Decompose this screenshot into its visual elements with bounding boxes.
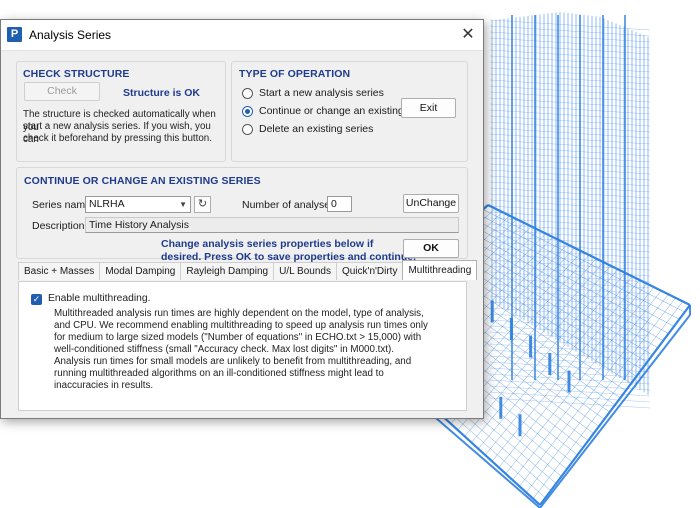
radio-start-new[interactable]: Start a new analysis series	[242, 87, 384, 99]
analysis-series-dialog: P Analysis Series ✕ CHECK STRUCTURE Chec…	[0, 19, 484, 419]
type-of-operation-heading: TYPE OF OPERATION	[239, 68, 351, 80]
tab-quick-n-dirty[interactable]: Quick'n'Dirty	[335, 262, 404, 280]
description-label: Description	[32, 220, 85, 232]
series-name-label: Series name	[32, 199, 91, 211]
title-bar: P Analysis Series ✕	[1, 20, 483, 51]
check-structure-heading: CHECK STRUCTURE	[23, 68, 130, 80]
series-name-value: NLRHA	[89, 198, 125, 210]
radio-delete-existing-label: Delete an existing series	[259, 123, 374, 135]
tab-multithreading[interactable]: Multithreading	[402, 260, 478, 280]
app-logo-icon: P	[7, 27, 22, 42]
enable-multithreading-label[interactable]: Enable multithreading.	[48, 293, 150, 305]
radio-continue-existing-icon[interactable]	[242, 105, 253, 117]
check-button[interactable]: Check	[24, 82, 100, 101]
multithreading-line-3: for medium to large sized models ("Numbe…	[54, 332, 422, 343]
type-of-operation-group: TYPE OF OPERATION Start a new analysis s…	[231, 61, 468, 162]
ok-button[interactable]: OK	[403, 239, 459, 258]
multithreading-line-5: Analysis run times for small models are …	[54, 356, 412, 367]
property-tabs: Basic + Masses Modal Damping Rayleigh Da…	[18, 260, 478, 281]
check-structure-group: CHECK STRUCTURE Check Structure is OK Th…	[16, 61, 226, 162]
window-title: Analysis Series	[29, 28, 112, 42]
description-field[interactable]: Time History Analysis	[85, 217, 459, 233]
continue-series-heading: CONTINUE OR CHANGE AN EXISTING SERIES	[24, 175, 261, 187]
enable-multithreading-checkbox[interactable]: ✓	[31, 294, 42, 305]
multithreading-line-4: well-conditioned stiffness (small "Accur…	[54, 344, 394, 355]
continue-series-group: CONTINUE OR CHANGE AN EXISTING SERIES Se…	[16, 167, 468, 263]
unchange-button[interactable]: UnChange	[403, 194, 459, 213]
tab-rayleigh-damping[interactable]: Rayleigh Damping	[180, 262, 275, 280]
radio-delete-existing[interactable]: Delete an existing series	[242, 123, 373, 135]
close-icon[interactable]: ✕	[453, 20, 483, 49]
tab-ul-bounds[interactable]: U/L Bounds	[273, 262, 337, 280]
check-line-3: check it beforehand by pressing this but…	[23, 133, 212, 144]
info-line-1: Change analysis series properties below …	[161, 238, 374, 250]
refresh-icon[interactable]: ↻	[194, 196, 211, 213]
radio-delete-existing-icon[interactable]	[242, 123, 253, 135]
multithreading-line-2: and CPU. We recommend enabling multithre…	[54, 320, 428, 331]
tab-basic-masses[interactable]: Basic + Masses	[18, 262, 101, 280]
radio-start-new-icon[interactable]	[242, 87, 253, 99]
series-name-select[interactable]: NLRHA ▼	[85, 196, 191, 213]
multithreading-line-7: inaccuracies in results.	[54, 380, 154, 391]
multithreading-line-6: running multithreaded algorithms on an i…	[54, 368, 384, 379]
tab-modal-damping[interactable]: Modal Damping	[99, 262, 182, 280]
multithreading-line-1: Multithreaded analysis run times are hig…	[54, 308, 424, 319]
exit-button[interactable]: Exit	[401, 98, 456, 118]
radio-start-new-label: Start a new analysis series	[259, 87, 384, 99]
chevron-down-icon: ▼	[179, 200, 187, 209]
structure-status: Structure is OK	[123, 87, 201, 99]
number-of-analyses-field[interactable]: 0	[327, 196, 352, 212]
multithreading-panel: ✓ Enable multithreading. Multithreaded a…	[18, 281, 467, 411]
